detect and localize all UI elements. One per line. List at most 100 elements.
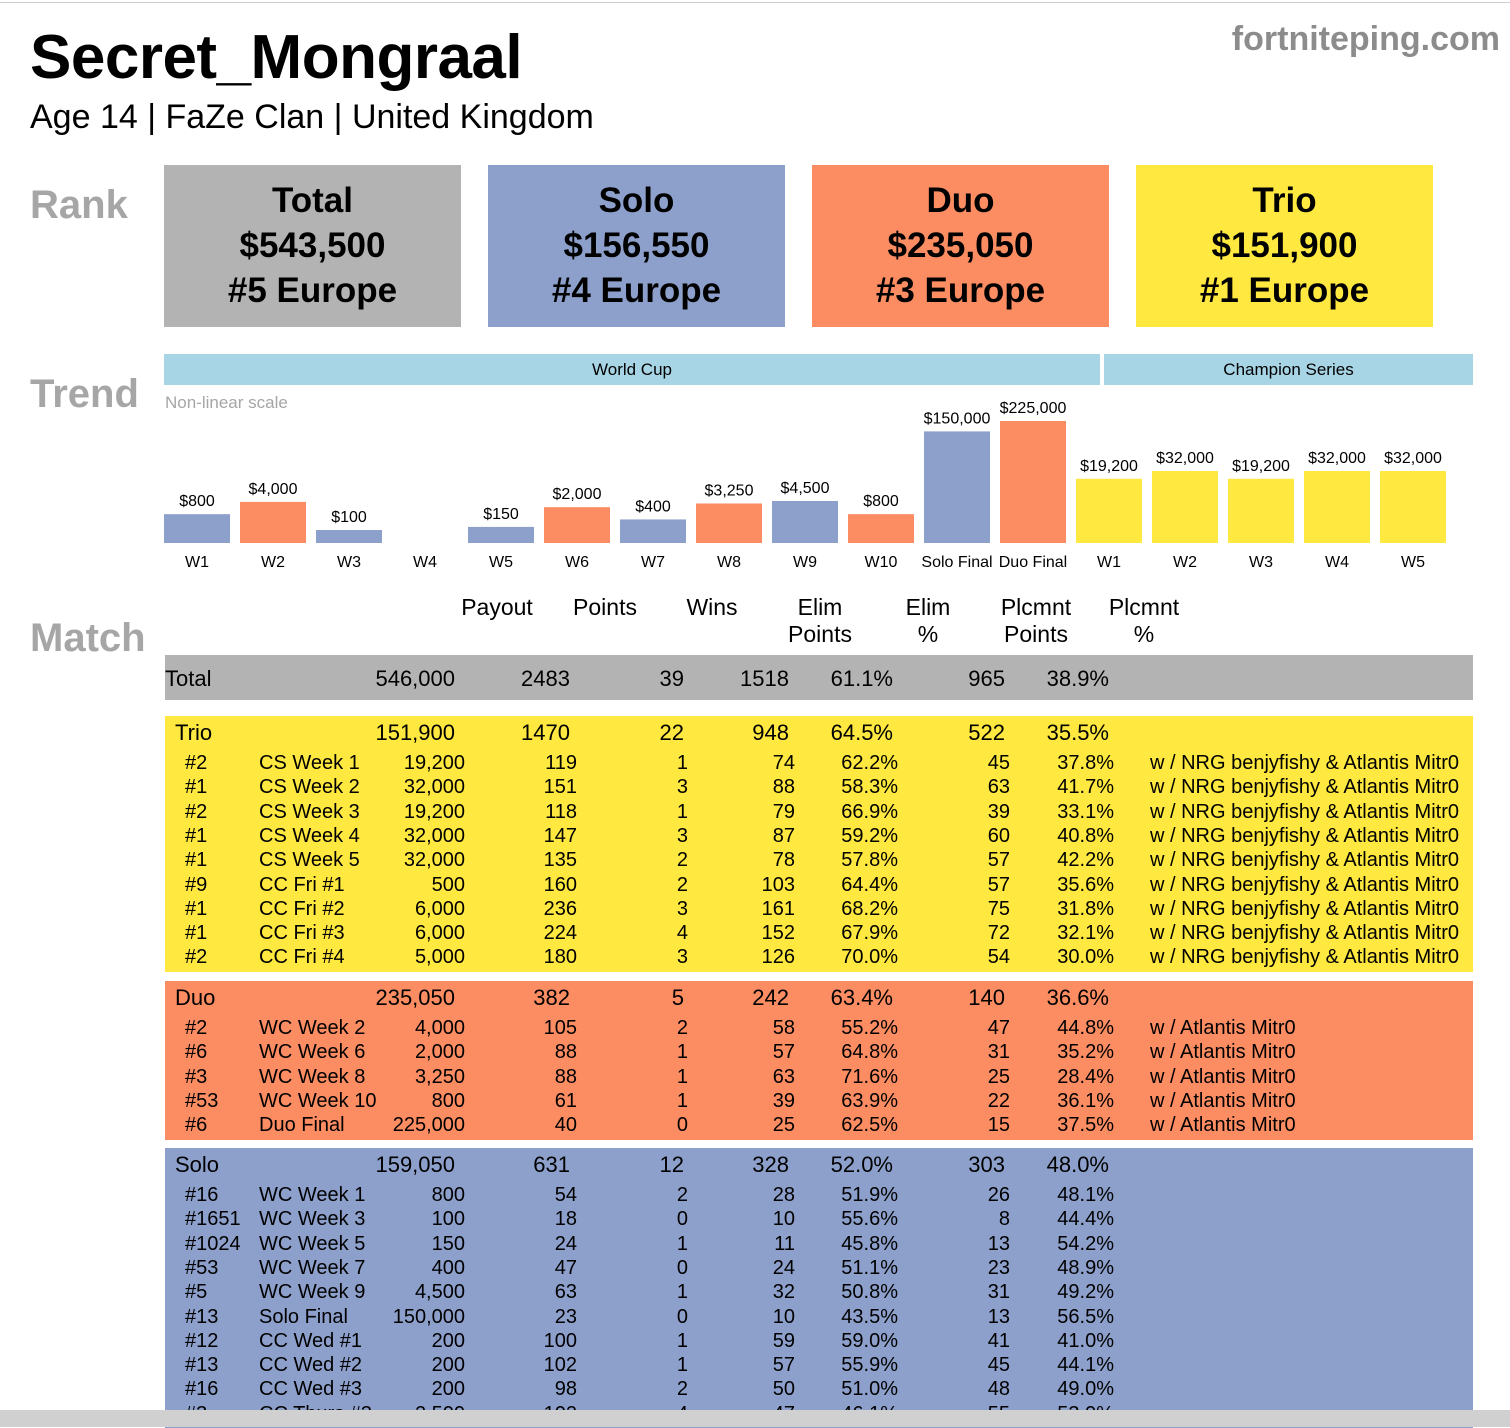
trend-category-label: W5 bbox=[1401, 554, 1425, 571]
cell-elim-pct: 68.2% bbox=[841, 897, 898, 920]
cell-wins: 1 bbox=[676, 1329, 688, 1352]
cell-points: 23 bbox=[554, 1305, 577, 1328]
cell-place: #13 bbox=[185, 1354, 219, 1377]
cell-elim-points: 88 bbox=[772, 776, 795, 799]
header-points: Points bbox=[573, 594, 637, 620]
cell-place: #1651 bbox=[185, 1208, 241, 1231]
cell-wins: 2 bbox=[676, 849, 688, 872]
cell-points: 236 bbox=[543, 897, 577, 920]
rank-card-amount: $543,500 bbox=[239, 226, 386, 265]
cell-elim-pct: 64.4% bbox=[841, 873, 898, 896]
cell-plcmnt-pct: 49.0% bbox=[1057, 1378, 1114, 1401]
cell-payout: 159,050 bbox=[375, 1152, 455, 1177]
cell-event: CS Week 2 bbox=[259, 776, 360, 799]
cell-place: #1 bbox=[185, 897, 208, 920]
trend-bar-value-label: $32,000 bbox=[1156, 450, 1214, 467]
cell-payout: 100 bbox=[431, 1208, 465, 1231]
table-row: #53 WC Week 10 800 61 1 39 63.9% 22 36.1% w / Atl… bbox=[165, 1089, 1473, 1113]
cell-elim-pct: 64.5% bbox=[830, 720, 893, 745]
table-row: #16 CC Wed #3 200 98 2 50 51.0% 48 49.0% bbox=[165, 1377, 1473, 1401]
table-row: #13 Solo Final 150,000 23 0 10 43.5% 13 56.5% bbox=[165, 1305, 1473, 1329]
cell-wins: 4 bbox=[676, 922, 688, 945]
trend-bar-value-label: $19,200 bbox=[1232, 458, 1290, 475]
trend-category-label: W8 bbox=[717, 554, 741, 571]
trend-bar bbox=[1228, 478, 1294, 543]
header-plcmnt-pct: Plcmnt% bbox=[1108, 594, 1180, 647]
trend-bar-value-label: $19,200 bbox=[1080, 458, 1138, 475]
trend-bar bbox=[240, 501, 306, 543]
cell-points: 151 bbox=[543, 776, 577, 799]
table-row: #1 CS Week 4 32,000 147 3 87 59.2% 60 40.8% w / N… bbox=[165, 824, 1473, 848]
trend-category-label: W2 bbox=[261, 554, 285, 571]
cell-elim-points: 1518 bbox=[740, 666, 789, 691]
cell-wins: 1 bbox=[676, 1354, 688, 1377]
cell-event: CS Week 5 bbox=[259, 849, 360, 872]
cell-points: 88 bbox=[554, 1065, 577, 1088]
cell-plcmnt-pct: 33.1% bbox=[1057, 800, 1114, 823]
cell-partner: w / Atlantis Mitr0 bbox=[1150, 1089, 1296, 1112]
cell-event: WC Week 9 bbox=[259, 1281, 366, 1304]
cell-points: 118 bbox=[545, 800, 577, 823]
cell-wins: 2 bbox=[676, 1184, 688, 1206]
cell-wins: 1 bbox=[676, 752, 688, 774]
duo-group: Duo 235,050 382 5 242 63.4% 140 36.6% #2 WC Week … bbox=[165, 981, 1473, 1140]
table-row: #9 CC Fri #1 500 160 2 103 64.4% 57 35.6% w / NRG… bbox=[165, 873, 1473, 897]
trend-category-label: Solo Final bbox=[921, 554, 992, 571]
group-label: Duo bbox=[175, 985, 216, 1010]
cell-plcmnt-points: 47 bbox=[987, 1017, 1010, 1039]
cell-wins: 3 bbox=[676, 824, 688, 847]
rank-card-rank: #5 Europe bbox=[227, 271, 398, 310]
table-row: #1024 WC Week 5 150 24 1 11 45.8% 13 54.2% bbox=[165, 1232, 1473, 1256]
cell-place: #6 bbox=[185, 1041, 208, 1064]
trend-bar bbox=[1076, 478, 1142, 543]
trend-bar-value-label: $800 bbox=[863, 493, 899, 510]
cell-place: #1 bbox=[185, 776, 208, 799]
cell-partner: w / Atlantis Mitr0 bbox=[1150, 1017, 1296, 1039]
rank-card-title: Trio bbox=[1252, 181, 1317, 220]
rank-card-title: Duo bbox=[926, 181, 995, 220]
cell-elim-pct: 71.6% bbox=[841, 1065, 898, 1088]
cell-wins: 0 bbox=[676, 1256, 688, 1279]
cell-payout: 19,200 bbox=[403, 752, 465, 774]
trend-category-label: W5 bbox=[489, 554, 513, 571]
cell-plcmnt-points: 63 bbox=[987, 776, 1010, 799]
trend-bar bbox=[696, 503, 762, 543]
cell-plcmnt-pct: 48.0% bbox=[1046, 1152, 1109, 1177]
table-row: #1651 WC Week 3 100 18 0 10 55.6% 8 44.4% bbox=[165, 1207, 1473, 1231]
cell-partner: w / NRG benjyfishy & Atlantis Mitr0 bbox=[1150, 752, 1459, 774]
trend-bar bbox=[1380, 471, 1446, 543]
table-row: #13 CC Wed #2 200 102 1 57 55.9% 45 44.1% bbox=[165, 1353, 1473, 1377]
header-elim-pct: Elim% bbox=[905, 594, 951, 647]
cell-plcmnt-pct: 48.1% bbox=[1057, 1184, 1114, 1206]
cell-plcmnt-pct: 35.6% bbox=[1057, 873, 1114, 896]
cell-elim-points: 39 bbox=[772, 1089, 795, 1112]
total-row-block: Total 546,000 2483 39 1518 61.1% 965 38.9% bbox=[165, 655, 1473, 700]
trend-category-label: Duo Final bbox=[999, 554, 1067, 571]
cell-plcmnt-points: 39 bbox=[987, 800, 1010, 823]
site-watermark[interactable]: fortniteping.com bbox=[1232, 20, 1500, 59]
total-row: Total 546,000 2483 39 1518 61.1% 965 38.9% bbox=[165, 664, 1473, 694]
trend-bar bbox=[1152, 471, 1218, 543]
header-elim-points: Elim Points bbox=[788, 594, 852, 647]
trend-bar bbox=[1304, 471, 1370, 543]
cell-plcmnt-points: 522 bbox=[968, 720, 1005, 745]
cell-payout: 800 bbox=[431, 1184, 465, 1206]
cell-plcmnt-pct: 48.9% bbox=[1057, 1256, 1114, 1279]
cell-payout: 500 bbox=[431, 873, 465, 896]
cell-elim-pct: 67.9% bbox=[841, 922, 898, 945]
match-section-label: Match bbox=[30, 616, 146, 660]
cell-elim-points: 161 bbox=[761, 897, 795, 920]
horizontal-scrollbar[interactable] bbox=[0, 1410, 1510, 1427]
cell-points: 24 bbox=[554, 1232, 577, 1255]
trend-bar-value-label: $100 bbox=[331, 509, 367, 526]
trend-category-label: W6 bbox=[565, 554, 589, 571]
cell-payout: 4,000 bbox=[414, 1017, 465, 1039]
cell-plcmnt-points: 54 bbox=[987, 946, 1010, 969]
cell-elim-points: 32 bbox=[772, 1281, 795, 1304]
trend-bar-value-label: $2,000 bbox=[553, 486, 602, 503]
cell-wins: 3 bbox=[676, 946, 688, 969]
table-row: #1 CC Fri #3 6,000 224 4 152 67.9% 72 32.1% w / N… bbox=[165, 921, 1473, 945]
cell-plcmnt-points: 13 bbox=[987, 1232, 1010, 1255]
cell-plcmnt-pct: 28.4% bbox=[1057, 1065, 1114, 1088]
cell-elim-pct: 55.2% bbox=[841, 1017, 898, 1039]
